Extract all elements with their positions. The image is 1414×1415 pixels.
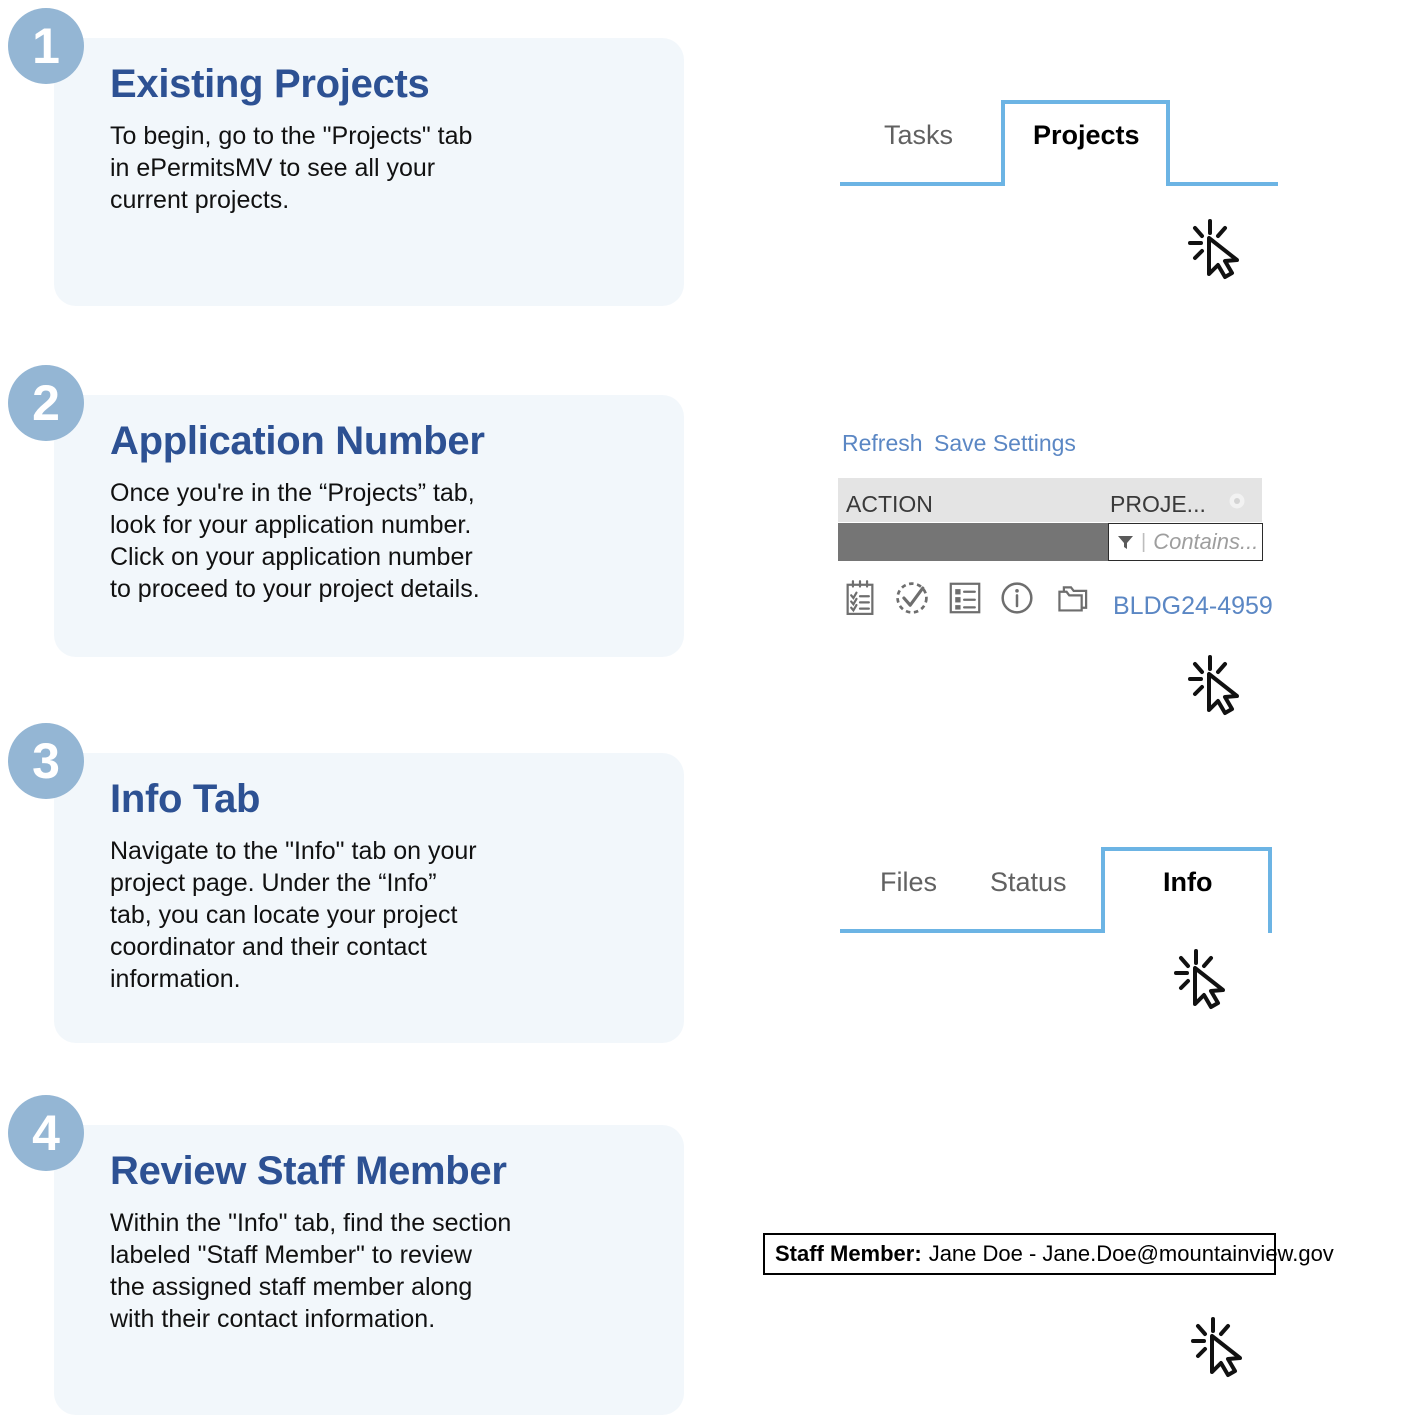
list-details-icon[interactable] <box>949 582 981 614</box>
step-number-badge: 1 <box>8 8 84 84</box>
tab-projects[interactable]: Projects <box>1033 120 1140 151</box>
column-header-action: ACTION <box>846 491 933 517</box>
step-number-badge: 2 <box>8 365 84 441</box>
grid-filter-row <box>838 523 1121 561</box>
info-circle-icon[interactable] <box>1000 581 1034 615</box>
step-card: Info Tab Navigate to the "Info" tab on y… <box>54 753 684 1043</box>
funnel-icon <box>1117 535 1134 550</box>
project-filter-input[interactable]: | Contains... <box>1108 523 1263 561</box>
step-card: Existing Projects To begin, go to the "P… <box>54 38 684 306</box>
clipboard-checklist-icon[interactable] <box>845 580 875 616</box>
gear-icon[interactable] <box>1228 492 1246 510</box>
check-circle-dashed-icon[interactable] <box>894 580 930 616</box>
step-body: Within the "Info" tab, find the section … <box>110 1209 512 1333</box>
step-number-badge: 4 <box>8 1095 84 1171</box>
info-tab-strip: Files Status Info <box>838 845 1273 937</box>
step-title: Info Tab <box>110 777 261 821</box>
staff-member-field: Staff Member: Jane Doe - Jane.Doe@mounta… <box>763 1233 1334 1275</box>
click-cursor-icon <box>1168 942 1238 1012</box>
step-body: To begin, go to the "Projects" tab in eP… <box>110 122 473 214</box>
application-number-link[interactable]: BLDG24-4959 <box>1113 592 1273 621</box>
column-header-project: PROJE... <box>1110 491 1206 517</box>
save-settings-link[interactable]: Save Settings <box>934 430 1076 457</box>
staff-member-label: Staff Member: <box>775 1241 922 1266</box>
filter-divider: | <box>1141 531 1147 553</box>
tab-status[interactable]: Status <box>990 867 1067 898</box>
tab-files[interactable]: Files <box>880 867 937 898</box>
step-card: Application Number Once you're in the “P… <box>54 395 684 657</box>
folders-icon[interactable] <box>1053 582 1089 614</box>
filter-placeholder: Contains... <box>1153 529 1259 554</box>
step-body: Once you're in the “Projects” tab, look … <box>110 479 480 603</box>
step-title: Existing Projects <box>110 62 430 106</box>
grid-header-row: ACTION PROJE... <box>838 478 1262 522</box>
tab-tasks[interactable]: Tasks <box>884 120 953 151</box>
step-title: Application Number <box>110 419 485 463</box>
refresh-link[interactable]: Refresh <box>842 430 923 457</box>
projects-tab-strip: Tasks Projects <box>838 98 1278 190</box>
tab-info[interactable]: Info <box>1163 867 1212 898</box>
step-card: Review Staff Member Within the "Info" ta… <box>54 1125 684 1415</box>
click-cursor-icon <box>1185 1310 1255 1380</box>
row-action-icons <box>845 580 1089 616</box>
step-title: Review Staff Member <box>110 1149 507 1193</box>
click-cursor-icon <box>1182 648 1252 718</box>
staff-member-value: Jane Doe - Jane.Doe@mountainview.gov <box>928 1241 1334 1266</box>
step-number-badge: 3 <box>8 723 84 799</box>
click-cursor-icon <box>1182 212 1252 282</box>
step-body: Navigate to the "Info" tab on your proje… <box>110 837 477 993</box>
